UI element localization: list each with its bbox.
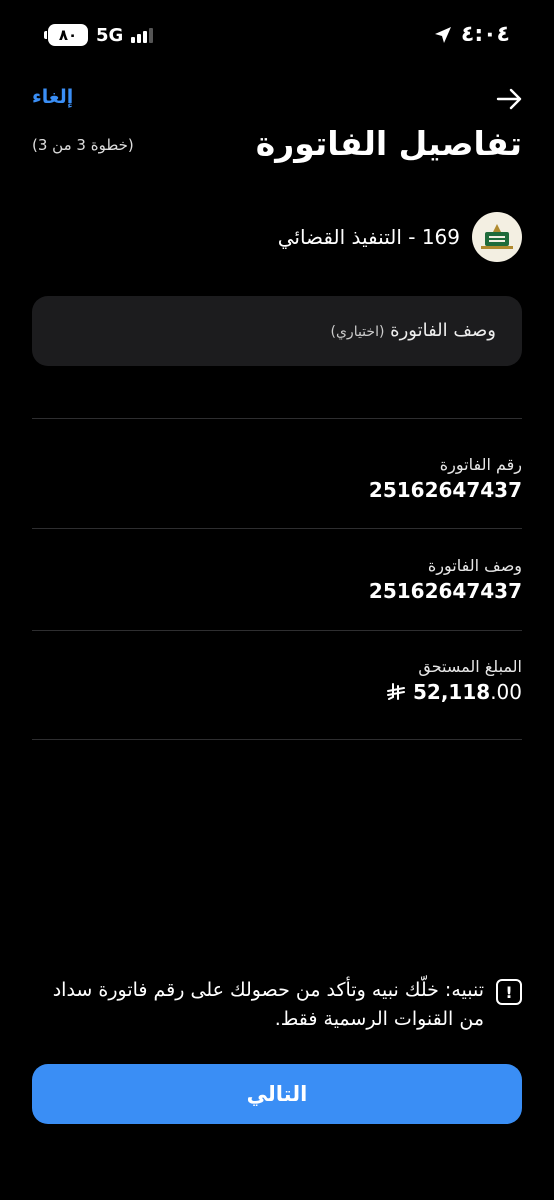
riyal-symbol-icon bbox=[387, 683, 405, 700]
amount-due-label: المبلغ المستحق bbox=[418, 657, 522, 676]
network-type: 5G bbox=[96, 24, 124, 46]
invoice-number-field: رقم الفاتورة 25162647437 bbox=[369, 455, 522, 502]
location-arrow-icon bbox=[434, 26, 451, 43]
battery-indicator: ٨٠ bbox=[44, 24, 88, 46]
top-nav: إلغاء bbox=[0, 80, 554, 120]
battery-level: ٨٠ bbox=[58, 26, 78, 44]
arrow-right-icon[interactable] bbox=[494, 84, 524, 114]
biller-name: 169 - التنفيذ القضائي bbox=[277, 225, 460, 249]
invoice-description-label: وصف الفاتورة bbox=[427, 556, 522, 575]
amount-decimal: .00 bbox=[490, 680, 522, 704]
invoice-description-value: 25162647437 bbox=[368, 579, 522, 603]
invoice-description-field: وصف الفاتورة 25162647437 bbox=[369, 556, 522, 603]
amount-integer: 52,118 bbox=[413, 680, 491, 704]
biller-row: 169 - التنفيذ القضائي bbox=[278, 212, 522, 262]
clock: ٤:٠٤ bbox=[460, 22, 510, 47]
status-left: ٨٠ 5G bbox=[44, 24, 154, 46]
cancel-button[interactable]: إلغاء bbox=[32, 86, 73, 108]
page-title: تفاصيل الفاتورة bbox=[255, 124, 522, 163]
step-indicator: (خطوة 3 من 3) bbox=[32, 136, 134, 154]
ministry-logo-icon bbox=[472, 212, 522, 262]
divider bbox=[32, 739, 522, 740]
warning-notice: ! تنبيه: خلّك نبيه وتأكد من حصولك على رق… bbox=[32, 976, 522, 1034]
exclamation-icon: ! bbox=[496, 979, 522, 1005]
divider bbox=[32, 630, 522, 631]
signal-icon bbox=[131, 27, 154, 43]
next-button[interactable]: التالي bbox=[32, 1064, 522, 1124]
divider bbox=[32, 418, 522, 419]
amount-due-field: المبلغ المستحق 52,118.00 bbox=[387, 657, 522, 704]
status-right: ٤:٠٤ bbox=[433, 22, 510, 47]
divider bbox=[32, 528, 522, 529]
invoice-number-label: رقم الفاتورة bbox=[439, 455, 522, 474]
invoice-description-input[interactable] bbox=[32, 296, 522, 366]
invoice-number-value: 25162647437 bbox=[368, 478, 522, 502]
warning-text: تنبيه: خلّك نبيه وتأكد من حصولك على رقم … bbox=[52, 979, 484, 1030]
amount-due-value: 52,118.00 bbox=[387, 680, 522, 704]
status-bar: ٨٠ 5G ٤:٠٤ bbox=[0, 0, 554, 78]
